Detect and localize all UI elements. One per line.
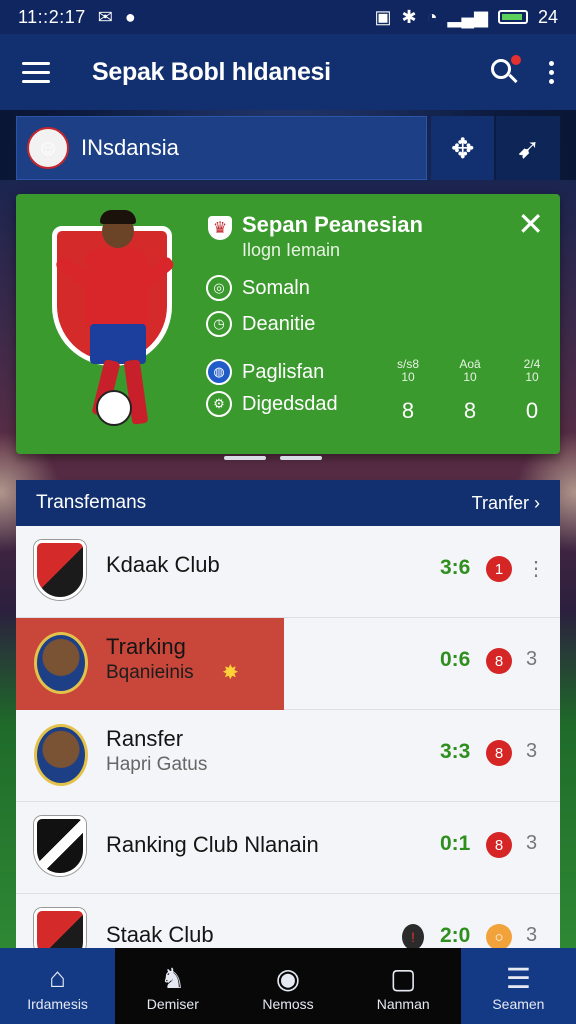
signal-icon: ▂▄▆ (447, 6, 488, 27)
stat-row: ◷ Deanitie (206, 310, 315, 338)
row-score: 3:6 (440, 556, 471, 579)
list-item[interactable]: Kdaak Club 3:6 1 ⋮ (16, 526, 560, 618)
globe-icon: ◍ (206, 359, 232, 385)
row-title: Kdaak Club (106, 552, 220, 577)
team-flag-icon: ☺ (27, 127, 69, 169)
club-crest (34, 540, 86, 600)
row-subtitle: Hapri Gatus (106, 754, 208, 775)
pager-dot[interactable] (280, 456, 322, 460)
battery-level: 24 (537, 6, 558, 27)
row-badge: 8 (486, 832, 512, 858)
ball-icon (96, 390, 132, 426)
player-avatar (34, 632, 88, 694)
nav-item-home[interactable]: ⌂ Irdamesis (0, 948, 116, 1024)
stat-value: 8 (463, 398, 477, 423)
stat-column: s/s8 10 8 (388, 358, 428, 424)
nav-item-ball[interactable]: ◉ Nemoss (230, 948, 346, 1024)
battery-icon (497, 10, 528, 24)
list-item[interactable]: Trarking Bqanieinis ✸ 0:6 8 3 (16, 618, 560, 710)
team-bar: ☺ INsdansia ✥ ➹ (16, 116, 560, 180)
stat-column: Aoā 10 8 (450, 358, 490, 424)
status-time: 11::2:17 (18, 6, 86, 27)
status-bar: 11::2:17 ✉ ● ▣ ✱ ◔ ▂▄▆ 24 (0, 0, 576, 34)
compass-icon: ✥ (451, 132, 475, 164)
list-header: Transfemans Tranfer › (16, 480, 560, 526)
star-icon: ✸ (222, 662, 239, 684)
stat-row: ⚙ Digedsdad (206, 390, 338, 418)
bluetooth-icon: ✱ (401, 6, 417, 27)
stat-column: 2/4 10 0 (512, 358, 552, 424)
row-subtitle: Bqanieinis (106, 662, 194, 683)
wifi-icon: ◔ (426, 6, 438, 27)
row-title: Trarking (106, 634, 186, 659)
team-name: INsdansia (81, 135, 179, 160)
nav-item-player[interactable]: ♞ Demiser (115, 948, 231, 1024)
row-title: Ranking Club Nlanain (106, 832, 319, 857)
transfer-link[interactable]: Tranfer › (472, 493, 540, 514)
row-title: Staak Club (106, 922, 214, 947)
player-icon: ♞ (160, 962, 186, 994)
club-list: Kdaak Club 3:6 1 ⋮ Trarking Bqanieinis ✸… (16, 526, 560, 950)
pager-dot[interactable] (224, 456, 266, 460)
circle-status-icon: ● (124, 6, 136, 27)
list-item[interactable]: Ransfer Hapri Gatus 3:3 8 3 (16, 710, 560, 802)
stat-row: ◎ Somaln (206, 274, 310, 302)
row-more[interactable]: 3 (526, 740, 537, 763)
row-badge: 8 (486, 740, 512, 766)
target-icon: ◎ (206, 275, 232, 301)
window-icon: ▢ (389, 962, 417, 994)
app-bar: Sepak Bobl hIdanesi (0, 34, 576, 110)
row-badge: 1 (486, 556, 512, 582)
list-item[interactable]: Ranking Club Nlanain 0:1 8 3 (16, 802, 560, 894)
compass-button[interactable]: ✥ (430, 116, 495, 180)
clock-icon: ◷ (206, 311, 232, 337)
nav-item-menu[interactable]: ☰ Seamen (460, 948, 576, 1024)
row-score: 2:0 (440, 924, 471, 947)
settings-icon: ⚙ (206, 391, 232, 417)
row-score: 0:6 (440, 648, 471, 671)
more-options-icon[interactable] (549, 57, 554, 88)
row-score: 3:3 (440, 740, 471, 763)
whistle-button[interactable]: ➹ (496, 116, 560, 180)
stat-value: 0 (525, 398, 539, 423)
card-subtitle: Ilogn Iemain (242, 240, 341, 260)
menu-icon: ☰ (505, 962, 531, 994)
search-icon[interactable] (489, 55, 521, 87)
stat-row: ◍ Paglisfan (206, 358, 324, 386)
club-crest (34, 816, 86, 876)
list-title: Transfemans (36, 492, 147, 513)
ball-icon: ◉ (275, 962, 301, 994)
row-badge: 8 (486, 648, 512, 674)
row-more[interactable]: ⋮ (526, 556, 546, 581)
nav-item-window[interactable]: ▢ Nanman (345, 948, 461, 1024)
card-badge-icon: ♛ (208, 216, 232, 240)
stat-value: 8 (401, 398, 415, 423)
home-icon: ⌂ (49, 962, 67, 993)
row-title: Ransfer (106, 726, 184, 751)
bottom-nav: ⌂ Irdamesis ♞ Demiser ◉ Nemoss ▢ Nanman … (0, 948, 576, 1024)
club-crest (34, 908, 86, 950)
row-more[interactable]: 3 (526, 832, 537, 855)
hamburger-menu-icon[interactable] (22, 56, 50, 89)
row-more[interactable]: 3 (526, 648, 537, 671)
row-badge: ○ (486, 924, 512, 950)
player-illustration (36, 210, 196, 440)
warning-icon: ! (402, 924, 424, 950)
row-score: 0:1 (440, 832, 471, 855)
close-icon[interactable]: ✕ (517, 208, 544, 240)
row-more[interactable]: 3 (526, 924, 537, 947)
card-title: Sepan Peanesian (242, 212, 423, 237)
list-item[interactable]: Staak Club ! 2:0 ○ 3 (16, 894, 560, 950)
vibrate-icon: ▣ (374, 6, 392, 27)
carousel-pager (224, 456, 322, 460)
notification-dot (511, 55, 521, 65)
team-selector[interactable]: ☺ INsdansia (16, 116, 427, 180)
whistle-icon: ➹ (516, 132, 540, 164)
notification-icon: ✉ (97, 6, 113, 27)
match-card[interactable]: ♛ Sepan Peanesian Ilogn Iemain ✕ ◎ Somal… (16, 194, 560, 454)
chevron-right-icon: › (534, 492, 540, 513)
app-title: Sepak Bobl hIdanesi (92, 57, 331, 86)
player-avatar (34, 724, 88, 786)
